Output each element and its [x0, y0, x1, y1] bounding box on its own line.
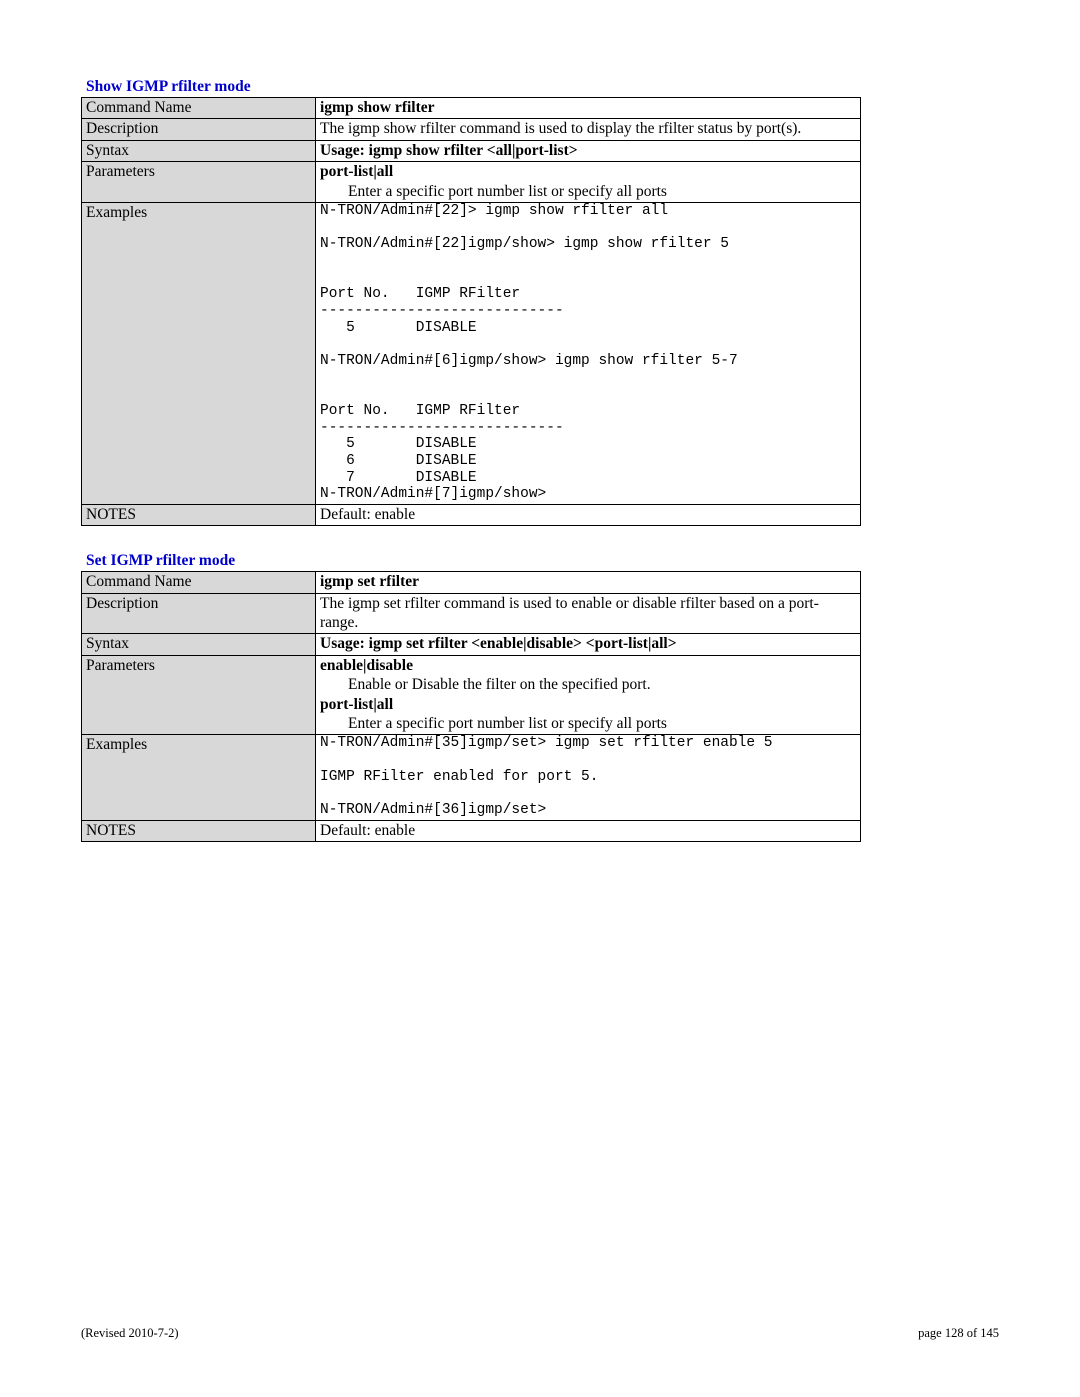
table-row: Examples N-TRON/Admin#[22]> igmp show rf…	[82, 202, 861, 504]
cell-notes-label: NOTES	[82, 504, 316, 525]
table-row: Parameters enable|disable Enable or Disa…	[82, 655, 861, 735]
table-row: Parameters port-list|all Enter a specifi…	[82, 162, 861, 203]
cell-notes-value: Default: enable	[316, 820, 861, 841]
table-set-igmp: Command Name igmp set rfilter Descriptio…	[81, 571, 861, 842]
cell-parameters-label: Parameters	[82, 162, 316, 203]
table-row: Command Name igmp show rfilter	[82, 98, 861, 119]
param-head: port-list|all	[320, 696, 393, 713]
cell-examples-value: N-TRON/Admin#[22]> igmp show rfilter all…	[316, 202, 861, 504]
cell-syntax-label: Syntax	[82, 140, 316, 161]
table-row: Command Name igmp set rfilter	[82, 572, 861, 593]
cell-notes-label: NOTES	[82, 820, 316, 841]
cell-description-label: Description	[82, 593, 316, 634]
cell-command-name-value: igmp show rfilter	[316, 98, 861, 119]
table-row: Syntax Usage: igmp set rfilter <enable|d…	[82, 634, 861, 655]
footer: (Revised 2010-7-2) page 128 of 145	[81, 1326, 999, 1341]
examples-code: N-TRON/Admin#[22]> igmp show rfilter all…	[320, 203, 856, 503]
cell-syntax-value: Usage: igmp show rfilter <all|port-list>	[316, 140, 861, 161]
cell-notes-value: Default: enable	[316, 504, 861, 525]
cell-command-name-label: Command Name	[82, 572, 316, 593]
param-text: Enter a specific port number list or spe…	[320, 182, 856, 201]
footer-right: page 128 of 145	[918, 1326, 999, 1341]
section-title-set: Set IGMP rfilter mode	[86, 552, 999, 570]
page: Show IGMP rfilter mode Command Name igmp…	[0, 0, 1080, 1397]
table-show-igmp: Command Name igmp show rfilter Descripti…	[81, 97, 861, 526]
table-row: Description The igmp show rfilter comman…	[82, 119, 861, 140]
param-head: enable|disable	[320, 657, 413, 674]
footer-left: (Revised 2010-7-2)	[81, 1326, 179, 1341]
cell-syntax-label: Syntax	[82, 634, 316, 655]
cell-syntax-value: Usage: igmp set rfilter <enable|disable>…	[316, 634, 861, 655]
param-text: Enable or Disable the filter on the spec…	[320, 675, 856, 694]
cell-parameters-value: port-list|all Enter a specific port numb…	[316, 162, 861, 203]
cell-description-label: Description	[82, 119, 316, 140]
table-row: NOTES Default: enable	[82, 504, 861, 525]
cell-description-value: The igmp show rfilter command is used to…	[316, 119, 861, 140]
cell-parameters-label: Parameters	[82, 655, 316, 735]
table-row: Syntax Usage: igmp show rfilter <all|por…	[82, 140, 861, 161]
cell-examples-value: N-TRON/Admin#[35]igmp/set> igmp set rfil…	[316, 735, 861, 820]
table-row: Examples N-TRON/Admin#[35]igmp/set> igmp…	[82, 735, 861, 820]
param-head: port-list|all	[320, 163, 393, 180]
param-text: Enter a specific port number list or spe…	[320, 714, 856, 733]
cell-description-value: The igmp set rfilter command is used to …	[316, 593, 861, 634]
cell-examples-label: Examples	[82, 202, 316, 504]
cell-parameters-value: enable|disable Enable or Disable the fil…	[316, 655, 861, 735]
cell-command-name-value: igmp set rfilter	[316, 572, 861, 593]
cell-command-name-label: Command Name	[82, 98, 316, 119]
table-row: NOTES Default: enable	[82, 820, 861, 841]
examples-code: N-TRON/Admin#[35]igmp/set> igmp set rfil…	[320, 735, 856, 818]
table-row: Description The igmp set rfilter command…	[82, 593, 861, 634]
section-title-show: Show IGMP rfilter mode	[86, 78, 999, 96]
cell-examples-label: Examples	[82, 735, 316, 820]
